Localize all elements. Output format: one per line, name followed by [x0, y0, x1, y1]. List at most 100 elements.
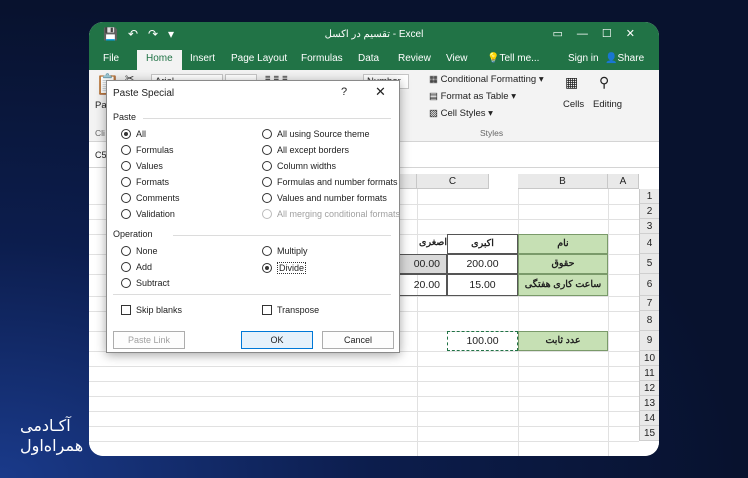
row-header[interactable]: 12 — [639, 381, 659, 396]
name-box[interactable]: C5 — [95, 150, 107, 160]
option-label: Skip blanks — [136, 305, 183, 315]
transpose-checkbox[interactable]: Transpose — [262, 305, 319, 315]
cell-b6[interactable]: ساعت کاری هفتگی — [518, 274, 608, 296]
option-label: Transpose — [277, 305, 320, 315]
row-header[interactable]: 4 — [639, 234, 659, 254]
cell-c8[interactable]: 100.00 — [447, 331, 518, 351]
row-header[interactable]: 9 — [639, 331, 659, 351]
option-label: Column widths — [277, 161, 337, 171]
row-header[interactable]: 13 — [639, 396, 659, 411]
row-header[interactable]: 1 — [639, 189, 659, 204]
tab-home[interactable]: Home — [137, 50, 182, 70]
row-header[interactable]: 14 — [639, 411, 659, 426]
search-icon[interactable]: ⚲ — [599, 74, 609, 91]
tab-insert[interactable]: Insert — [190, 53, 215, 64]
tab-review[interactable]: Review — [398, 53, 431, 64]
paste-special-dialog: Paste Special ? ✕ Paste All Formulas Val… — [106, 80, 400, 353]
format-as-table-button[interactable]: ▤ Format as Table ▾ — [429, 91, 516, 102]
window-controls[interactable]: ▭—☐✕ — [553, 27, 649, 40]
paste-option-values-number-formats[interactable]: Values and number formats — [262, 193, 387, 203]
sign-in-link[interactable]: Sign in — [568, 53, 599, 64]
radio-icon — [121, 129, 131, 139]
paste-option-comments[interactable]: Comments — [121, 193, 180, 203]
radio-icon — [262, 161, 272, 171]
column-header-a[interactable]: A — [608, 174, 639, 189]
row-header[interactable]: 3 — [639, 219, 659, 234]
skip-blanks-checkbox[interactable]: Skip blanks — [121, 305, 182, 315]
cell-b8[interactable]: عدد ثابت — [518, 331, 608, 351]
row-header[interactable]: 10 — [639, 351, 659, 366]
cell-c4[interactable]: اکبری — [447, 234, 518, 254]
cell-c5[interactable]: 200.00 — [447, 254, 518, 274]
tab-page-layout[interactable]: Page Layout — [231, 53, 287, 64]
option-label: Comments — [136, 193, 180, 203]
tab-file[interactable]: File — [103, 53, 119, 64]
column-header-c[interactable]: C — [417, 174, 489, 189]
checkbox-icon — [121, 305, 131, 315]
operation-divide[interactable]: Divide — [262, 262, 307, 274]
cell-c6[interactable]: 15.00 — [447, 274, 518, 296]
conditional-formatting-label: Conditional Formatting — [440, 74, 537, 85]
paste-option-source-theme[interactable]: All using Source theme — [262, 129, 370, 139]
cell-styles-button[interactable]: ▧ Cell Styles ▾ — [429, 108, 493, 119]
operation-none[interactable]: None — [121, 246, 158, 256]
option-label: Values — [136, 161, 163, 171]
tab-tell-me[interactable]: 💡Tell me... — [487, 53, 539, 64]
paste-option-column-widths[interactable]: Column widths — [262, 161, 336, 171]
option-label: None — [136, 246, 158, 256]
option-label: All — [136, 129, 147, 139]
row-header[interactable]: 8 — [639, 311, 659, 331]
gridline — [89, 411, 639, 412]
cells-icon[interactable]: ▦ — [565, 74, 578, 91]
tab-view[interactable]: View — [446, 53, 468, 64]
clipboard-group-label: Cli — [95, 128, 105, 138]
tell-me-label: Tell me... — [499, 53, 540, 64]
paste-option-formulas[interactable]: Formulas — [121, 145, 174, 155]
operation-subtract[interactable]: Subtract — [121, 278, 170, 288]
gridline — [89, 366, 639, 367]
row-header[interactable]: 6 — [639, 274, 659, 296]
table-icon: ▤ — [429, 91, 441, 102]
close-icon[interactable]: ✕ — [375, 84, 386, 100]
row-header[interactable]: 7 — [639, 296, 659, 311]
paste-option-validation[interactable]: Validation — [121, 209, 175, 219]
radio-icon — [262, 193, 272, 203]
cell-b5[interactable]: حقوق — [518, 254, 608, 274]
row-header[interactable]: 5 — [639, 254, 659, 274]
option-label: Formulas and number formats — [277, 177, 398, 187]
share-button[interactable]: 👤Share — [605, 53, 644, 64]
operation-multiply[interactable]: Multiply — [262, 246, 308, 256]
operation-add[interactable]: Add — [121, 262, 152, 272]
logo-line-2: همراه‌اول — [20, 436, 84, 455]
row-header[interactable]: 15 — [639, 426, 659, 441]
dialog-title: Paste Special — [113, 88, 175, 99]
radio-icon — [262, 145, 272, 155]
paste-option-except-borders[interactable]: All except borders — [262, 145, 349, 155]
radio-icon — [121, 209, 131, 219]
row-header[interactable]: 2 — [639, 204, 659, 219]
lightbulb-icon: 💡 — [487, 53, 500, 64]
paste-option-formulas-number-formats[interactable]: Formulas and number formats — [262, 177, 398, 187]
cancel-button[interactable]: Cancel — [322, 331, 394, 349]
option-label: Divide — [277, 262, 307, 274]
cell-b4[interactable]: نام — [518, 234, 608, 254]
paste-option-values[interactable]: Values — [121, 161, 163, 171]
logo-line-1: آکـادمی — [20, 416, 71, 435]
operation-section-label: Operation — [113, 229, 153, 239]
column-header-b[interactable]: B — [518, 174, 608, 189]
academy-logo: آکـادمی همراه‌اول — [20, 416, 83, 456]
paste-option-merging-conditional: All merging conditional formats — [262, 209, 400, 219]
row-header[interactable]: 11 — [639, 366, 659, 381]
tab-data[interactable]: Data — [358, 53, 379, 64]
radio-icon — [121, 161, 131, 171]
paste-option-formats[interactable]: Formats — [121, 177, 169, 187]
ok-button[interactable]: OK — [241, 331, 313, 349]
paste-option-all[interactable]: All — [121, 129, 146, 139]
conditional-formatting-button[interactable]: ▦ Conditional Formatting ▾ — [429, 74, 544, 85]
help-icon[interactable]: ? — [341, 86, 347, 98]
title-bar: 💾↶↷▾ تقسیم در اکسل - Excel ▭—☐✕ — [89, 22, 659, 48]
tab-formulas[interactable]: Formulas — [301, 53, 343, 64]
editing-button-label[interactable]: Editing — [593, 99, 622, 110]
styles-group-label: Styles — [480, 128, 504, 138]
cells-button-label[interactable]: Cells — [563, 99, 584, 110]
